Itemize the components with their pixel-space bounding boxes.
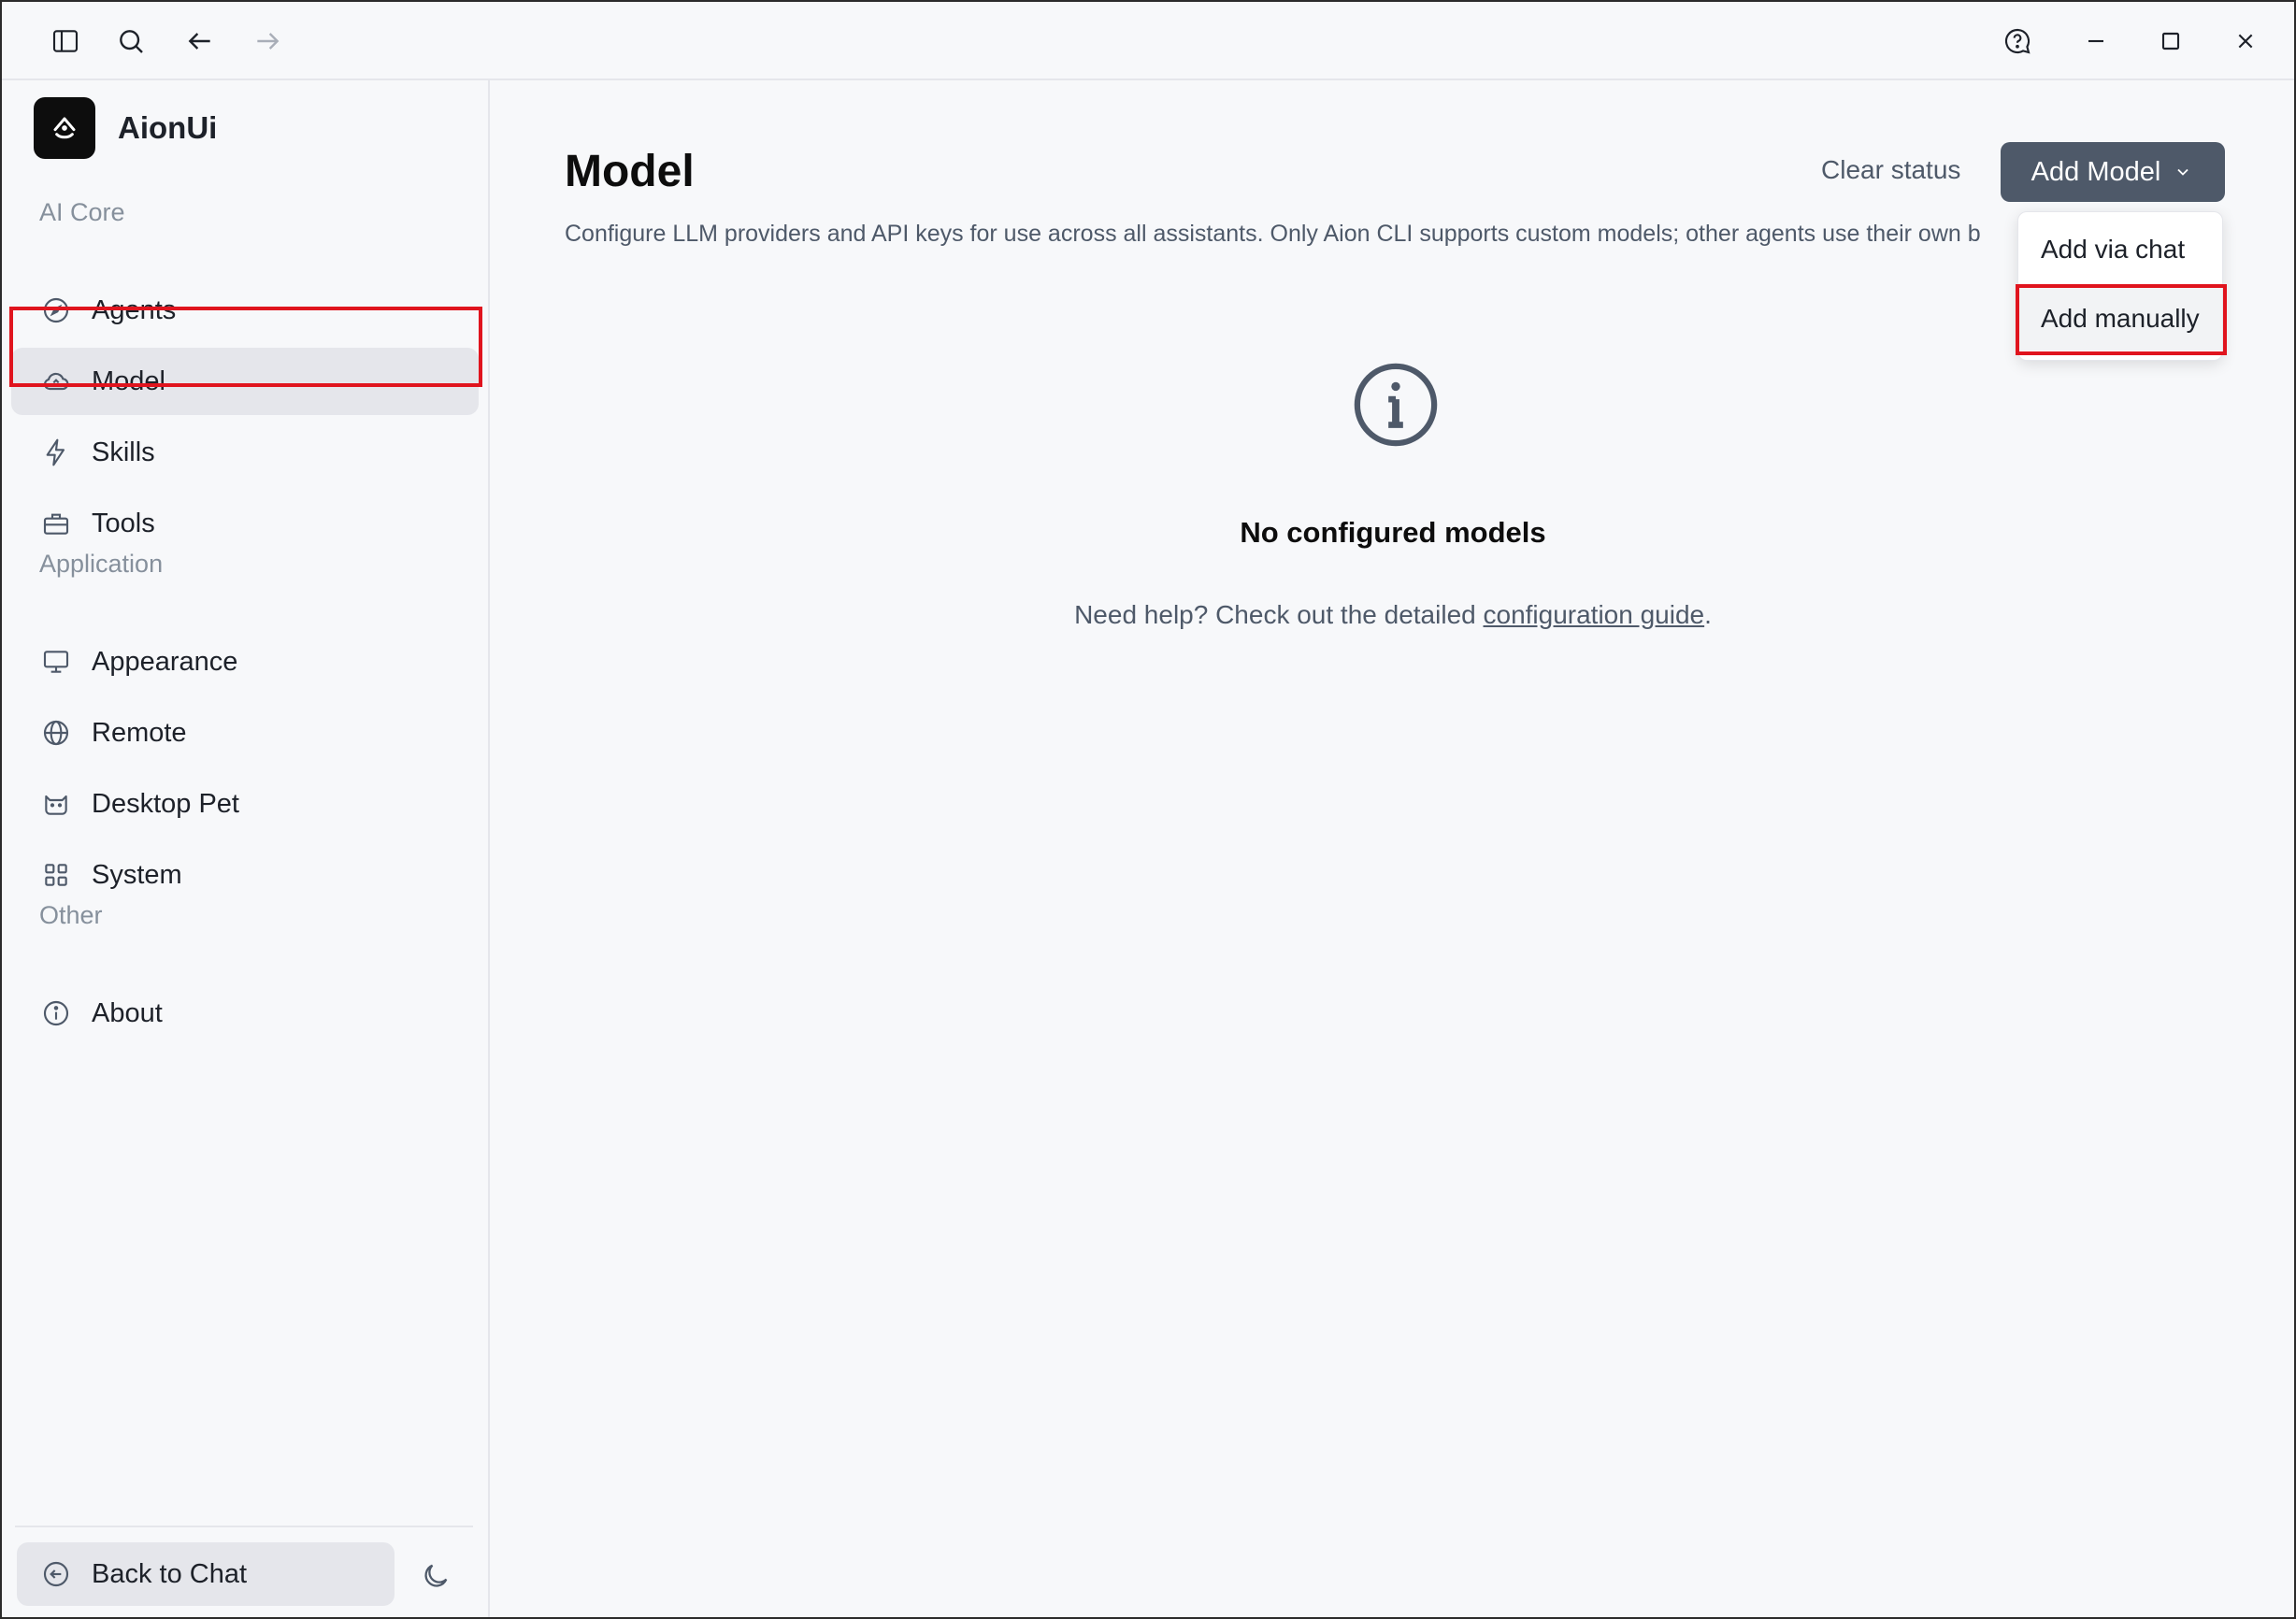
info-icon (39, 996, 73, 1030)
back-circle-icon (39, 1557, 73, 1591)
app-window: AionUi AI Core Agents Model Skills Tools… (0, 0, 2296, 1619)
sidebar-item-tools[interactable]: Tools (11, 490, 479, 557)
arrow-left-icon[interactable] (181, 22, 219, 60)
empty-state-help: Need help? Check out the detailed config… (1074, 600, 1712, 629)
lightning-icon (39, 436, 73, 469)
cloud-icon (39, 365, 73, 398)
title-bar (2, 2, 2294, 80)
moon-icon[interactable] (417, 1557, 454, 1595)
sidebar-item-skills[interactable]: Skills (11, 419, 479, 486)
page-title: Model (565, 147, 695, 196)
search-icon[interactable] (112, 22, 150, 60)
add-model-label: Add Model (2031, 156, 2161, 187)
chevron-down-icon (2174, 162, 2194, 182)
brand: AionUi (34, 97, 217, 159)
sidebar-item-system[interactable]: System (11, 841, 479, 909)
globe-icon (39, 716, 73, 750)
sidebar-footer-divider (15, 1526, 473, 1527)
dropdown-item-add-via-chat[interactable]: Add via chat (2018, 218, 2222, 281)
sidebar-item-appearance[interactable]: Appearance (11, 628, 479, 695)
add-model-dropdown: Add via chat Add manually (2017, 211, 2223, 361)
back-to-chat-button[interactable]: Back to Chat (17, 1542, 395, 1606)
sidebar-item-desktop-pet[interactable]: Desktop Pet (11, 770, 479, 838)
section-label-ai-core: AI Core (39, 198, 125, 226)
minimize-icon[interactable] (2077, 22, 2115, 60)
close-icon[interactable] (2227, 22, 2264, 60)
cat-icon (39, 787, 73, 821)
main-content: Model Clear status Add Model Configure L… (492, 80, 2294, 1617)
empty-state-title: No configured models (1240, 516, 1546, 549)
toolbox-icon (39, 507, 73, 540)
aionui-logo-icon (34, 97, 95, 159)
sidebar-item-about[interactable]: About (11, 980, 479, 1047)
sidebar-toggle-icon[interactable] (47, 22, 84, 60)
configuration-guide-link[interactable]: configuration guide (1484, 600, 1705, 629)
app-name: AionUi (118, 110, 218, 145)
arrow-right-icon[interactable] (249, 22, 286, 60)
sidebar-item-remote[interactable]: Remote (11, 699, 479, 767)
section-label-application: Application (39, 550, 164, 578)
dropdown-item-add-manually[interactable]: Add manually (2018, 287, 2222, 351)
clear-status-button[interactable]: Clear status (1821, 155, 1960, 185)
maximize-icon[interactable] (2152, 22, 2189, 60)
compass-icon (39, 294, 73, 327)
info-circle-icon (1352, 361, 1440, 449)
sidebar-item-agents[interactable]: Agents (11, 277, 479, 344)
section-label-other: Other (39, 901, 103, 929)
page-description: Configure LLM providers and API keys for… (565, 221, 1981, 247)
sidebar-item-model[interactable]: Model (11, 348, 479, 415)
monitor-icon (39, 645, 73, 679)
help-chat-icon[interactable] (1999, 22, 2036, 60)
add-model-button[interactable]: Add Model (2001, 142, 2225, 202)
grid-icon (39, 858, 73, 892)
sidebar: AionUi AI Core Agents Model Skills Tools… (2, 80, 490, 1617)
